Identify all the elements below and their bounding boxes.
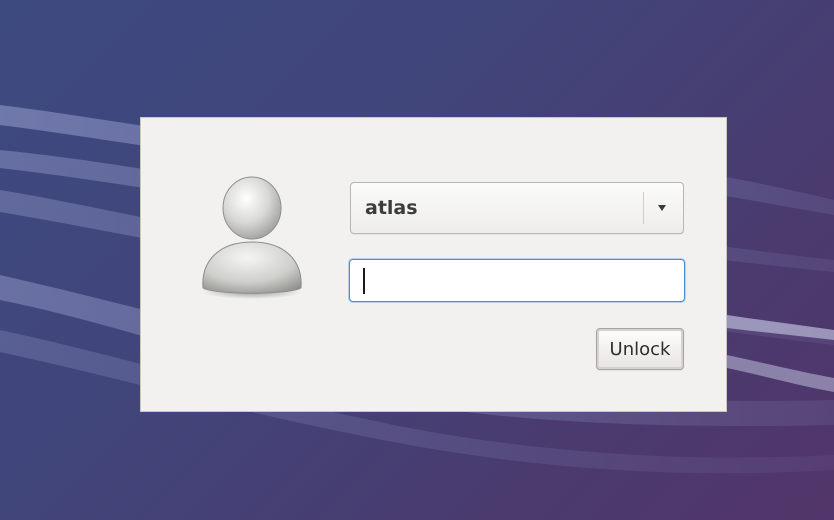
text-cursor: [363, 268, 365, 294]
wallpaper-wave: [727, 355, 834, 392]
user-avatar-icon: [199, 176, 305, 300]
triangle-down-icon[interactable]: [644, 183, 684, 233]
selected-user-label: atlas: [365, 197, 418, 219]
unlock-dialog: atlas Unlock: [140, 117, 727, 412]
password-input[interactable]: [349, 259, 685, 302]
unlock-button[interactable]: Unlock: [596, 328, 684, 370]
user-select-dropdown[interactable]: atlas: [350, 182, 684, 234]
